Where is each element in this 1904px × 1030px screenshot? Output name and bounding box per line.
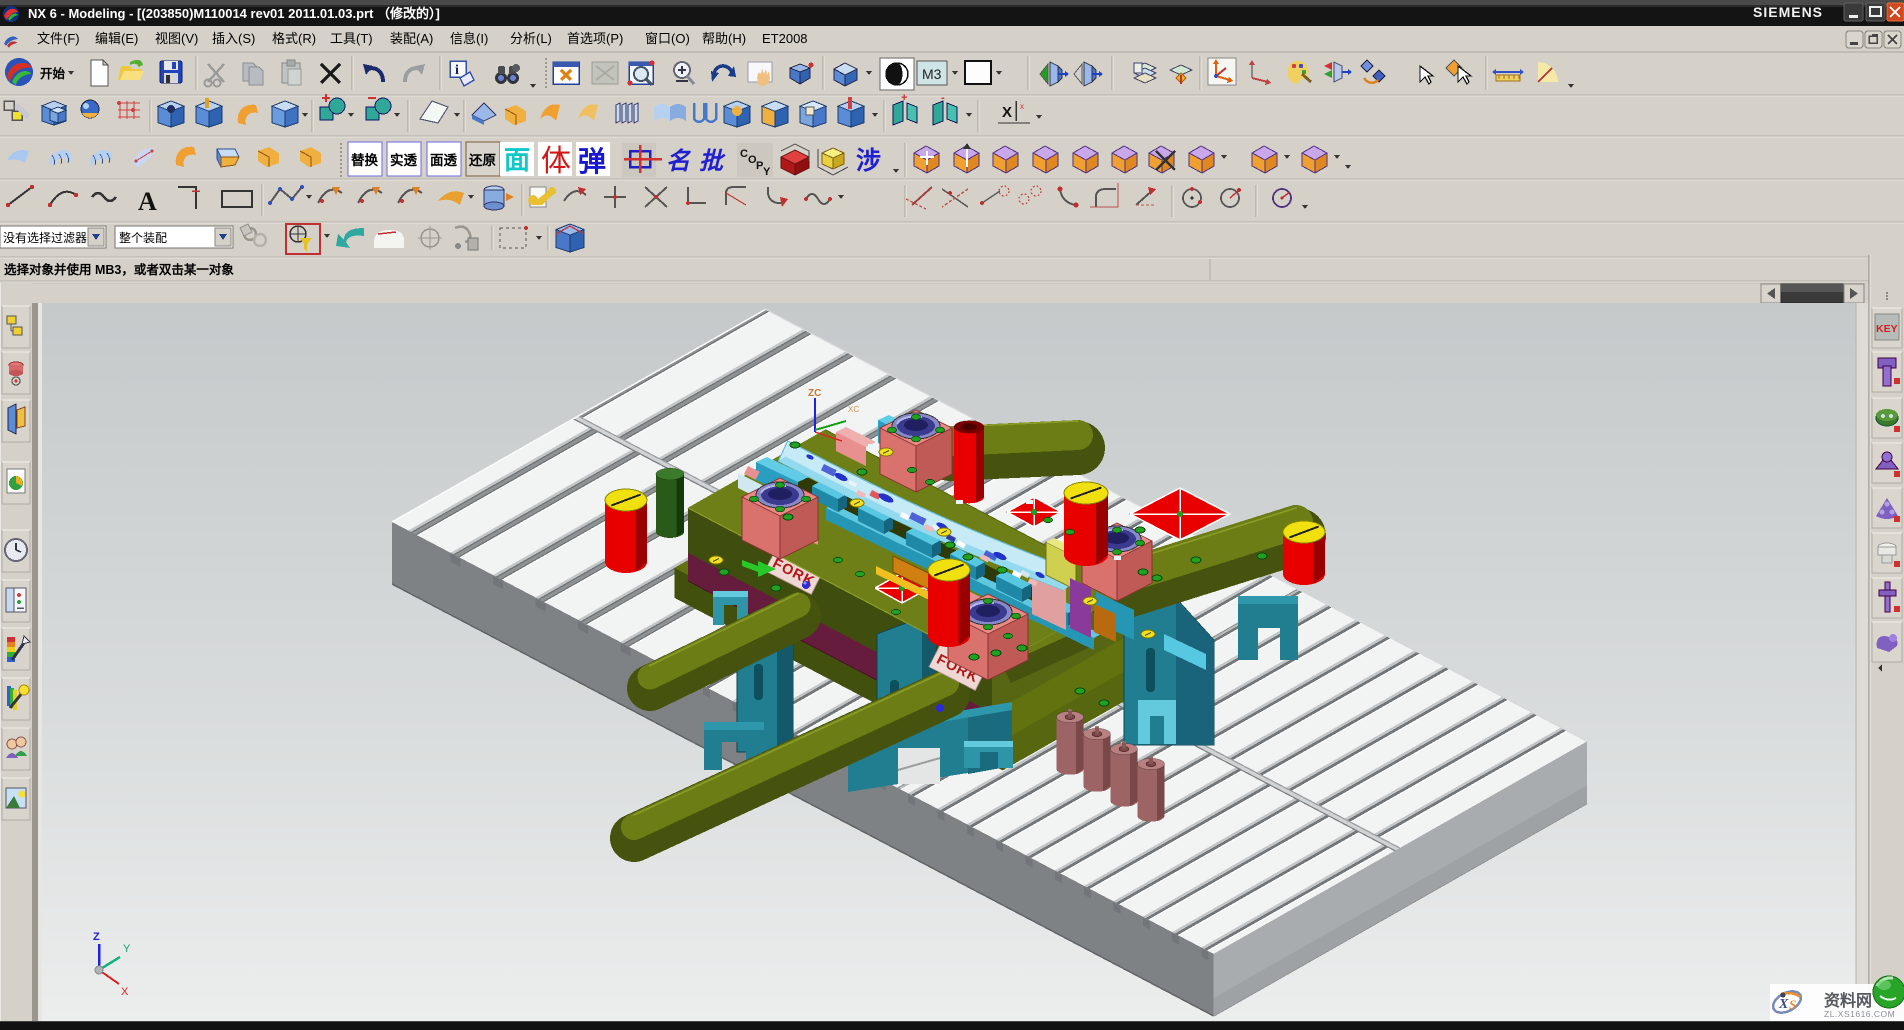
svg-text:X: X <box>121 986 129 998</box>
svg-text:涉: 涉 <box>856 147 881 175</box>
svg-text:没有选择过滤器: 没有选择过滤器 <box>3 230 87 245</box>
svg-text:视图(V): 视图(V) <box>155 31 198 46</box>
svg-text:C: C <box>740 148 748 160</box>
svg-text:装配(A): 装配(A) <box>390 31 433 46</box>
svg-text:x: x <box>1020 102 1024 111</box>
svg-text:首选项(P): 首选项(P) <box>567 31 623 46</box>
svg-text:KEY: KEY <box>1876 323 1898 335</box>
svg-text:Z: Z <box>93 931 100 943</box>
svg-text:i: i <box>455 63 459 78</box>
svg-text:开始: 开始 <box>40 66 66 81</box>
svg-text:名: 名 <box>666 148 692 175</box>
svg-text:ZC: ZC <box>808 388 821 399</box>
svg-text:格式(R): 格式(R) <box>272 31 316 46</box>
svg-text:Y: Y <box>763 166 771 178</box>
svg-text:X: X <box>1002 104 1012 121</box>
svg-text:文件(F): 文件(F) <box>37 31 80 46</box>
svg-text:还原: 还原 <box>468 152 496 168</box>
svg-text:实透: 实透 <box>390 152 417 168</box>
svg-text:帮助(H): 帮助(H) <box>702 31 746 46</box>
svg-text:-: - <box>941 92 945 104</box>
svg-text:SIEMENS: SIEMENS <box>1753 4 1823 20</box>
svg-text:X: X <box>1778 997 1789 1012</box>
svg-text:面: 面 <box>504 145 530 175</box>
svg-text:XC: XC <box>848 405 859 414</box>
svg-text:ZL.XS1616.COM: ZL.XS1616.COM <box>1824 1009 1895 1019</box>
svg-text:NX 6 - Modeling - [(203850)M11: NX 6 - Modeling - [(203850)M110014 rev01… <box>28 6 440 21</box>
svg-text:批: 批 <box>699 148 726 175</box>
svg-text:编辑(E): 编辑(E) <box>95 31 138 46</box>
svg-text:资料网: 资料网 <box>1824 991 1872 1010</box>
svg-text:体: 体 <box>541 145 571 178</box>
svg-text:替换: 替换 <box>351 152 378 168</box>
svg-text:弹: 弹 <box>578 146 606 177</box>
svg-text:S: S <box>1789 997 1796 1012</box>
svg-text:A: A <box>138 187 157 216</box>
svg-text:整个装配: 整个装配 <box>119 230 167 245</box>
svg-text:面透: 面透 <box>430 153 457 168</box>
svg-text:分析(L): 分析(L) <box>510 31 552 46</box>
svg-text:M3: M3 <box>922 66 942 82</box>
svg-text:插入(S): 插入(S) <box>212 31 255 46</box>
svg-text:窗口(O): 窗口(O) <box>645 31 690 46</box>
svg-text:工具(T): 工具(T) <box>330 31 373 46</box>
svg-text:ET2008: ET2008 <box>762 31 808 46</box>
svg-text:选择对象并使用 MB3，或者双击某一对象: 选择对象并使用 MB3，或者双击某一对象 <box>4 262 234 277</box>
svg-text:信息(I): 信息(I) <box>450 31 488 46</box>
svg-text:Y: Y <box>123 943 131 955</box>
svg-text:+: + <box>901 92 907 104</box>
